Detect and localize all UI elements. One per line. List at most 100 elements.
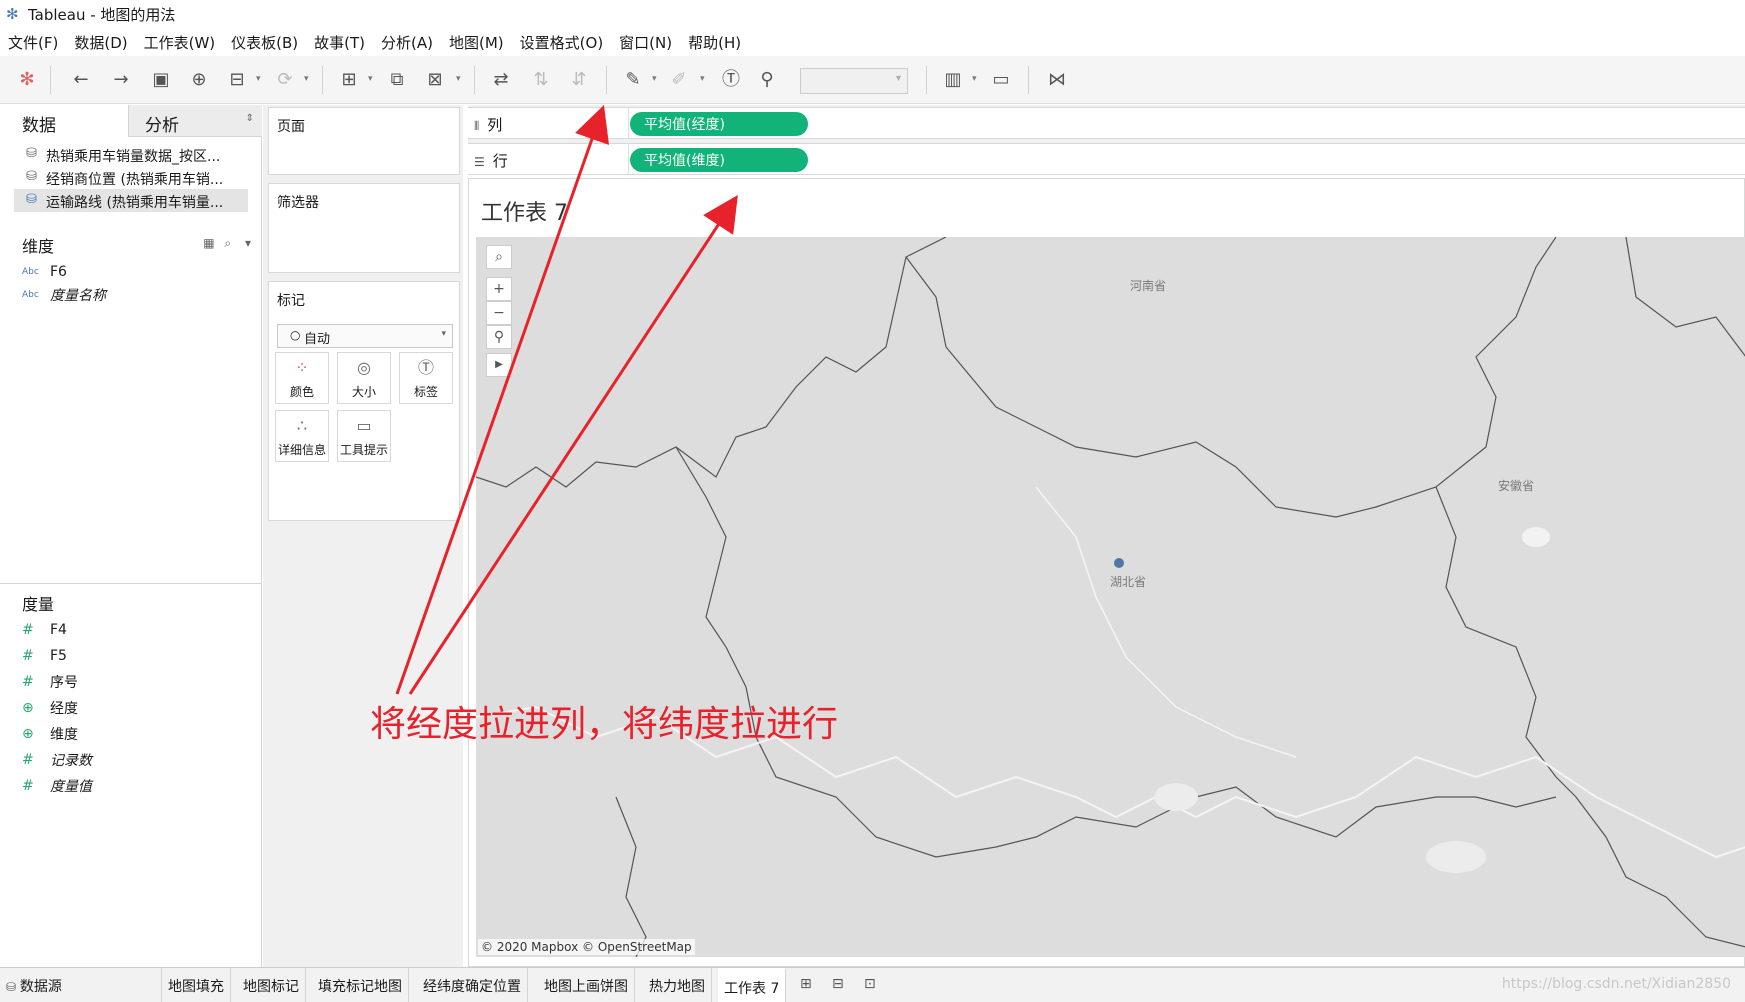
detail-button[interactable]: ∴ 详细信息	[275, 410, 329, 462]
pin-icon[interactable]: ⚲	[754, 68, 780, 92]
datasource-item-active[interactable]: ⛁ 运输路线 (热销乘用车销量...	[14, 189, 248, 212]
sort-desc-icon[interactable]: ⇵	[566, 68, 592, 92]
search-icon[interactable]: ⌕	[224, 236, 231, 250]
sheet-tab[interactable]: 经纬度确定位置	[417, 968, 528, 1002]
map-search-icon[interactable]: ⌕	[486, 245, 512, 269]
duplicate-sheet-icon[interactable]: ⧉	[384, 68, 410, 92]
columns-shelf[interactable]: ⦀ 列 平均值(经度)	[468, 107, 1745, 139]
tab-data[interactable]: 数据	[0, 105, 128, 137]
chevron-down-icon[interactable]: ▾	[456, 74, 461, 84]
measure-field[interactable]: # 序号	[22, 671, 78, 693]
presentation-icon[interactable]: ▭	[988, 68, 1014, 92]
measure-field[interactable]: # 记录数	[22, 749, 92, 771]
menu-analysis[interactable]: 分析(A)	[381, 32, 433, 53]
measure-field[interactable]: # F5	[22, 645, 67, 667]
menu-file[interactable]: 文件(F)	[8, 32, 58, 53]
measure-field[interactable]: ⊕ 维度	[22, 723, 78, 745]
highlight-icon[interactable]: ✎	[620, 68, 646, 92]
chevron-down-icon[interactable]: ▾	[245, 236, 251, 250]
chevron-down-icon[interactable]: ▾	[368, 74, 373, 84]
datasource-item[interactable]: ⛁ 经销商位置 (热销乘用车销...	[14, 166, 248, 189]
fit-combo[interactable]	[800, 68, 908, 94]
dimension-field[interactable]: Abc F6	[22, 261, 67, 283]
chevron-down-icon[interactable]: ▾	[304, 74, 309, 84]
color-button[interactable]: ⁘ 颜色	[275, 352, 329, 404]
filters-card[interactable]: 筛选器	[268, 183, 460, 273]
save-icon[interactable]: ▣	[148, 68, 174, 92]
menu-story[interactable]: 故事(T)	[314, 32, 365, 53]
new-worksheet-icon[interactable]: ⊞	[336, 68, 362, 92]
tab-datasource[interactable]: ⛁ 数据源	[0, 968, 162, 1002]
size-button[interactable]: ◎ 大小	[337, 352, 391, 404]
datasource-item[interactable]: ⛁ 热销乘用车销量数据_按区...	[14, 143, 248, 166]
field-name: F5	[50, 648, 67, 664]
number-type-icon: #	[22, 674, 34, 690]
zoom-out-icon[interactable]: −	[486, 301, 512, 325]
new-datasource-icon[interactable]: ⊕	[186, 68, 212, 92]
sort-asc-icon[interactable]: ⇅	[528, 68, 554, 92]
field-name: 序号	[50, 675, 78, 691]
refresh-icon[interactable]: ⟳	[272, 68, 298, 92]
show-me-icon[interactable]: ▥	[940, 68, 966, 92]
tab-analysis[interactable]: 分析 ⇕	[128, 105, 262, 137]
share-icon[interactable]: ⋈	[1044, 68, 1070, 92]
expand-toolbar-icon[interactable]: ▶	[486, 353, 512, 377]
tableau-logo-icon[interactable]: ✻	[14, 68, 40, 92]
measure-field[interactable]: ⊕ 经度	[22, 697, 78, 719]
chevron-down-icon[interactable]: ▾	[652, 74, 657, 84]
tooltip-button[interactable]: ▭ 工具提示	[337, 410, 391, 462]
map-area[interactable]: ⌕ + − ⚲ ▶ 河南省 安徽省 湖北省 © 2020 Mapbox © Op…	[476, 237, 1745, 957]
tab-analysis-label: 分析	[145, 116, 179, 136]
mark-type-dropdown[interactable]: ○ 自动 ▾	[277, 324, 453, 348]
menu-help[interactable]: 帮助(H)	[688, 32, 741, 53]
chevron-down-icon[interactable]: ▾	[256, 74, 261, 84]
sheet-title[interactable]: 工作表 7	[481, 195, 568, 227]
new-dashboard-icon[interactable]: ⊟	[832, 976, 844, 992]
menu-window[interactable]: 窗口(N)	[619, 32, 672, 53]
columns-text: 列	[487, 116, 503, 134]
view-toggle-icon[interactable]: ▦	[203, 236, 214, 250]
size-icon: ◎	[357, 358, 371, 377]
menu-map[interactable]: 地图(M)	[449, 32, 504, 53]
menu-worksheet[interactable]: 工作表(W)	[144, 32, 216, 53]
rows-shelf[interactable]: ☰ 行 平均值(维度)	[468, 143, 1745, 175]
map-mark-point[interactable]	[1114, 558, 1124, 568]
color-icon: ⁘	[295, 358, 309, 377]
menu-format[interactable]: 设置格式(O)	[520, 32, 604, 53]
measure-field[interactable]: # F4	[22, 619, 67, 641]
new-story-icon[interactable]: ⊡	[864, 976, 876, 992]
swap-icon[interactable]: ⇄	[488, 68, 514, 92]
sort-icon[interactable]: ⇕	[246, 113, 254, 124]
watermark: https://blog.csdn.net/Xidian2850	[1501, 976, 1731, 992]
sheet-tab[interactable]: 地图上画饼图	[538, 968, 635, 1002]
redo-icon[interactable]: →	[108, 68, 134, 92]
measure-field[interactable]: # 度量值	[22, 775, 92, 797]
rows-text: 行	[492, 152, 508, 170]
pause-updates-icon[interactable]: ⊟	[224, 68, 250, 92]
filters-title: 筛选器	[277, 195, 319, 211]
group-icon[interactable]: ✐	[666, 68, 692, 92]
label-button[interactable]: Ⓣ 标签	[399, 352, 453, 404]
new-worksheet-icon[interactable]: ⊞	[800, 976, 812, 992]
sheet-tab-active[interactable]: 工作表 7	[718, 968, 787, 1002]
label-icon[interactable]: Ⓣ	[718, 68, 744, 92]
pages-card[interactable]: 页面	[268, 107, 460, 175]
rows-pill[interactable]: 平均值(维度)	[630, 148, 808, 172]
dimension-field[interactable]: Abc 度量名称	[22, 284, 106, 306]
sheet-tab[interactable]: 地图标记	[237, 968, 306, 1002]
pin-map-icon[interactable]: ⚲	[486, 325, 512, 349]
sheet-tab[interactable]: 填充标记地图	[312, 968, 409, 1002]
chevron-down-icon[interactable]: ▾	[700, 74, 705, 84]
zoom-in-icon[interactable]: +	[486, 277, 512, 301]
map-attribution[interactable]: © 2020 Mapbox © OpenStreetMap	[478, 939, 695, 955]
clear-sheet-icon[interactable]: ⊠	[422, 68, 448, 92]
columns-pill[interactable]: 平均值(经度)	[630, 112, 808, 136]
sheet-tab[interactable]: 地图填充	[162, 968, 231, 1002]
database-icon: ⛁	[26, 169, 37, 184]
menu-data[interactable]: 数据(D)	[74, 32, 127, 53]
undo-icon[interactable]: ←	[68, 68, 94, 92]
menu-dashboard[interactable]: 仪表板(B)	[231, 32, 298, 53]
chevron-down-icon[interactable]: ▾	[972, 74, 977, 84]
pane-divider[interactable]	[0, 583, 262, 584]
sheet-tab[interactable]: 热力地图	[643, 968, 712, 1002]
